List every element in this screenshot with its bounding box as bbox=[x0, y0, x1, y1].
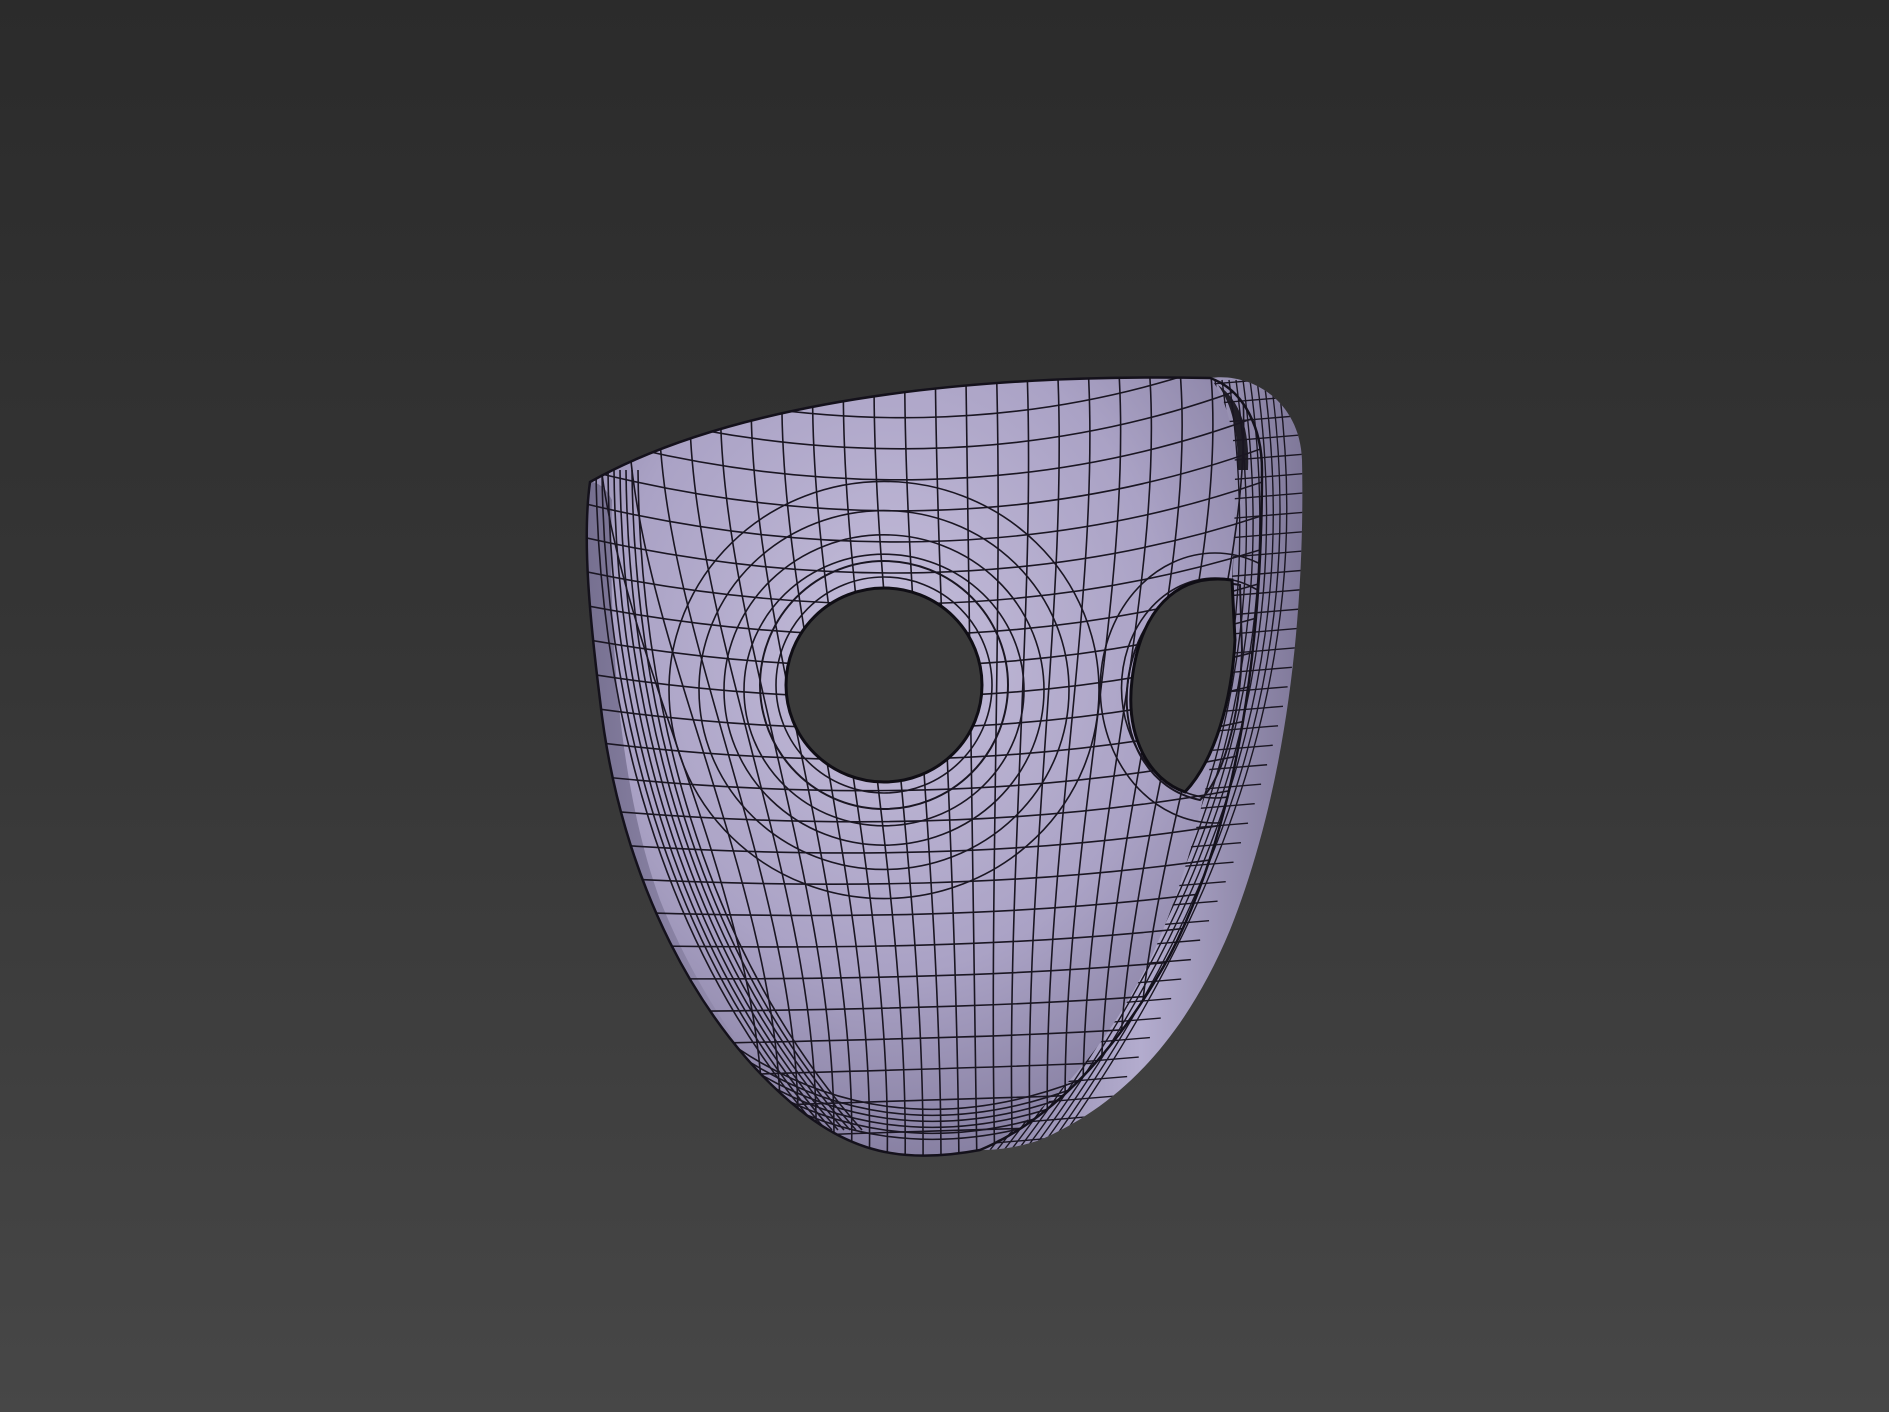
mask-render bbox=[585, 376, 1303, 1157]
3d-viewport[interactable] bbox=[0, 0, 1889, 1412]
